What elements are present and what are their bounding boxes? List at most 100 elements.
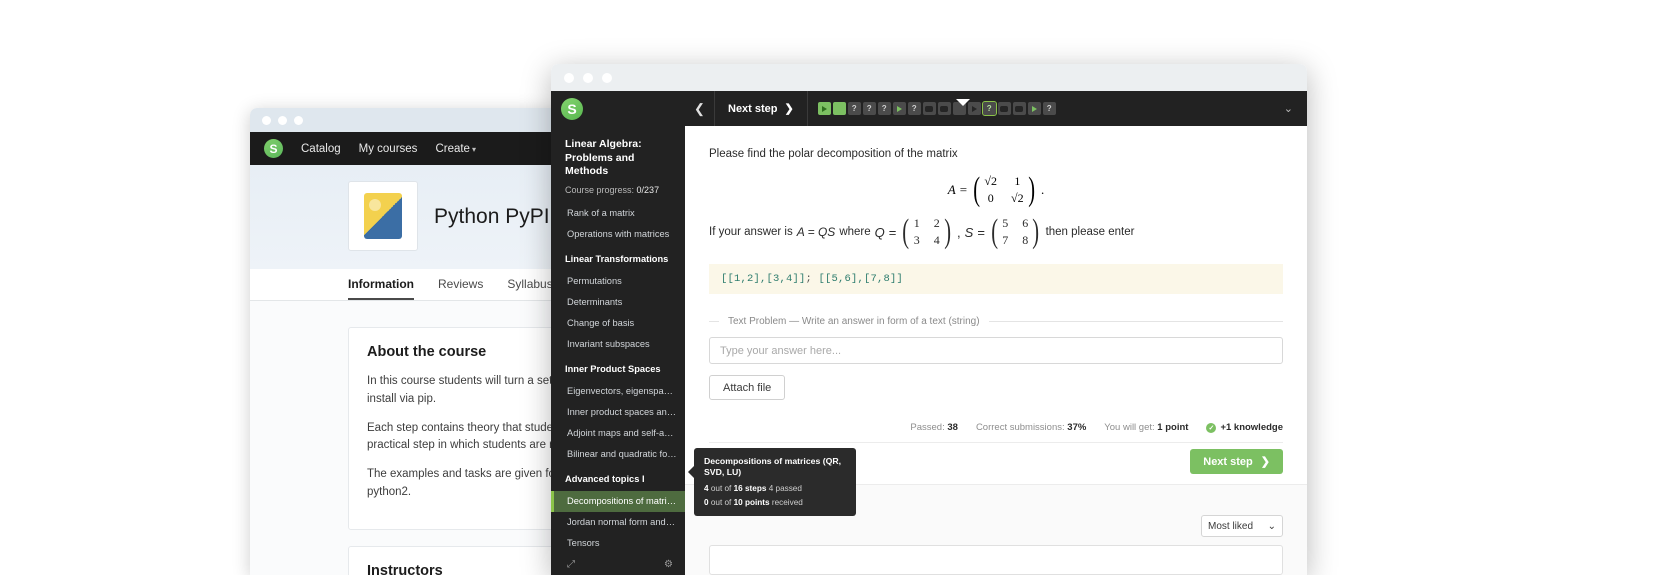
code-part-1: [[1,2],[3,4]] bbox=[721, 273, 806, 285]
window-maximize-button[interactable] bbox=[294, 115, 303, 125]
sidebar-item-permutations[interactable]: Permutations bbox=[551, 271, 685, 292]
attach-file-button[interactable]: Attach file bbox=[709, 375, 786, 400]
expand-icon[interactable]: ⤢ bbox=[567, 559, 575, 570]
chevron-right-icon: ❯ bbox=[784, 103, 794, 115]
sentence-suffix: then please enter bbox=[1045, 226, 1135, 238]
step-page-window[interactable]: S Linear Algebra: Problems and Methods C… bbox=[551, 64, 1307, 575]
tooltip-steps-total: 16 steps bbox=[733, 483, 767, 493]
sidebar-section-linear-transformations: Linear Transformations bbox=[565, 253, 669, 264]
matrix-q-cell-11: 4 bbox=[933, 233, 940, 247]
tab-syllabus[interactable]: Syllabus bbox=[507, 277, 552, 300]
chevron-left-icon: ❮ bbox=[694, 100, 705, 116]
window-close-button[interactable] bbox=[262, 115, 271, 125]
site-logo-icon[interactable]: S bbox=[264, 139, 283, 158]
matrix-s: ( 5 6 7 8 ) bbox=[989, 215, 1042, 248]
step-indicator[interactable] bbox=[937, 102, 951, 115]
gear-icon[interactable]: ⚙ bbox=[664, 559, 673, 570]
sort-value: Most liked bbox=[1208, 520, 1254, 532]
matrix-a-name: A bbox=[947, 182, 956, 197]
passed-label: Passed: bbox=[910, 422, 945, 433]
step-indicator[interactable]: ? bbox=[847, 102, 861, 115]
step-indicator[interactable] bbox=[832, 102, 846, 115]
matrix-q-name: Q bbox=[874, 224, 885, 240]
sidebar-item-invariant-subspaces[interactable]: Invariant subspaces bbox=[551, 334, 685, 355]
sidebar-item-change-of-basis[interactable]: Change of basis bbox=[551, 313, 685, 334]
sidebar-item-decompositions-of-matrices[interactable]: Decompositions of matric... bbox=[551, 490, 685, 512]
next-step-nav-button[interactable]: Next step ❯ bbox=[715, 91, 808, 126]
tooltip-points-value: 0 bbox=[704, 497, 709, 507]
matrix-a-cell-00: √2 bbox=[984, 174, 998, 188]
sidebar-item-eigenvectors[interactable]: Eigenvectors, eigenspaces... bbox=[551, 381, 685, 402]
step-indicator[interactable]: ? bbox=[862, 102, 876, 115]
matrix-s-name: S bbox=[964, 224, 974, 240]
sidebar-item-jordan-normal-form[interactable]: Jordan normal form and C... bbox=[551, 512, 685, 533]
step-stats-row: Passed: 38 Correct submissions: 37% You … bbox=[709, 422, 1283, 443]
example-answer-code: [[1,2],[3,4]]; [[5,6],[7,8]] bbox=[709, 264, 1283, 294]
course-sidebar: S Linear Algebra: Problems and Methods C… bbox=[551, 91, 685, 575]
matrix-a-formula: A = ( √2 1 0 √2 ) . bbox=[709, 170, 1283, 208]
sidebar-item-bilinear-quadratic-forms[interactable]: Bilinear and quadratic forms bbox=[551, 444, 685, 465]
nav-link-my-courses[interactable]: My courses bbox=[359, 143, 418, 155]
step-indicator[interactable] bbox=[817, 102, 831, 115]
sidebar-item-inner-product-spaces[interactable]: Inner product spaces and ... bbox=[551, 402, 685, 423]
front-window-body: S Linear Algebra: Problems and Methods C… bbox=[551, 91, 1307, 575]
points-label: You will get: bbox=[1104, 422, 1155, 433]
tooltip-steps-value: 4 bbox=[704, 483, 709, 493]
nav-link-catalog[interactable]: Catalog bbox=[301, 143, 341, 155]
chevron-right-icon: ❯ bbox=[1260, 456, 1270, 468]
points-stat: You will get: 1 point bbox=[1104, 422, 1188, 433]
window-minimize-button[interactable] bbox=[278, 115, 287, 125]
step-indicator-current[interactable]: ? bbox=[981, 101, 997, 116]
step-indicator[interactable]: ? bbox=[907, 102, 921, 115]
tab-information[interactable]: Information bbox=[348, 277, 414, 300]
sidebar-item-tensors[interactable]: Tensors bbox=[551, 533, 685, 553]
answer-legend: Text Problem — Write an answer in form o… bbox=[728, 316, 980, 327]
next-step-button-label: Next step bbox=[1203, 455, 1253, 468]
matrix-a: ( √2 1 0 √2 ) bbox=[971, 170, 1037, 208]
correct-label: Correct submissions: bbox=[975, 422, 1065, 433]
step-progress-indicators[interactable]: ? ? ? ? ? ? bbox=[808, 101, 1056, 116]
tooltip-title: Decompositions of matrices (QR, SVD, LU) bbox=[704, 456, 842, 478]
equals-sign-s: = bbox=[977, 224, 985, 240]
code-separator: ; bbox=[805, 273, 813, 285]
step-indicator[interactable] bbox=[1012, 102, 1026, 115]
step-indicator[interactable] bbox=[997, 102, 1011, 115]
next-step-button[interactable]: Next step ❯ bbox=[1190, 449, 1283, 474]
step-indicator[interactable] bbox=[922, 102, 936, 115]
topbar-dropdown-toggle[interactable]: ⌄ bbox=[1284, 102, 1299, 115]
sidebar-item-rank-of-a-matrix[interactable]: Rank of a matrix bbox=[551, 203, 685, 224]
sidebar-course-name: Linear Algebra: Problems and Methods bbox=[565, 138, 642, 178]
window-close-button[interactable] bbox=[564, 72, 574, 83]
previous-step-button[interactable]: ❮ bbox=[685, 91, 715, 126]
sidebar-item-adjoint-maps[interactable]: Adjoint maps and self-adjo... bbox=[551, 423, 685, 444]
matrix-s-cell-00: 5 bbox=[1002, 216, 1009, 230]
nav-link-create[interactable]: Create ▾ bbox=[435, 143, 476, 155]
answer-input[interactable] bbox=[709, 337, 1283, 364]
correct-submissions-stat: Correct submissions: 37% bbox=[976, 422, 1086, 433]
tab-reviews[interactable]: Reviews bbox=[438, 277, 483, 300]
legend-rule-right bbox=[988, 321, 1283, 322]
task-statement: Please find the polar decomposition of t… bbox=[685, 126, 1307, 248]
tooltip-steps-suffix: 4 passed bbox=[768, 483, 802, 493]
left-paren: ( bbox=[902, 212, 910, 250]
step-indicator[interactable]: ? bbox=[1042, 102, 1056, 115]
sidebar-item-operations-with-matrices[interactable]: Operations with matrices bbox=[551, 224, 685, 245]
where-label: where bbox=[839, 226, 871, 238]
comment-input-box[interactable] bbox=[709, 545, 1283, 575]
next-step-nav-label: Next step bbox=[728, 102, 778, 115]
sidebar-item-determinants[interactable]: Determinants bbox=[551, 292, 685, 313]
comma-separator: , bbox=[957, 224, 961, 240]
tooltip-points-mid: out of bbox=[710, 497, 732, 507]
step-indicator[interactable] bbox=[1027, 102, 1041, 115]
screenshot-stage: S Catalog My courses Create▾ ⌕ Python Py… bbox=[0, 0, 1680, 575]
sidebar-lesson-list[interactable]: Rank of a matrix Operations with matrice… bbox=[551, 203, 685, 553]
tooltip-points-suffix: received bbox=[771, 497, 803, 507]
chevron-down-icon: ⌄ bbox=[1267, 520, 1276, 532]
app-logo-icon[interactable]: S bbox=[561, 97, 583, 120]
window-maximize-button[interactable] bbox=[602, 72, 612, 83]
comments-sort-select[interactable]: Most liked ⌄ bbox=[1201, 515, 1283, 537]
step-indicator[interactable] bbox=[892, 102, 906, 115]
step-indicator[interactable]: ? bbox=[877, 102, 891, 115]
window-minimize-button[interactable] bbox=[583, 72, 593, 83]
right-paren: ) bbox=[1027, 170, 1035, 208]
